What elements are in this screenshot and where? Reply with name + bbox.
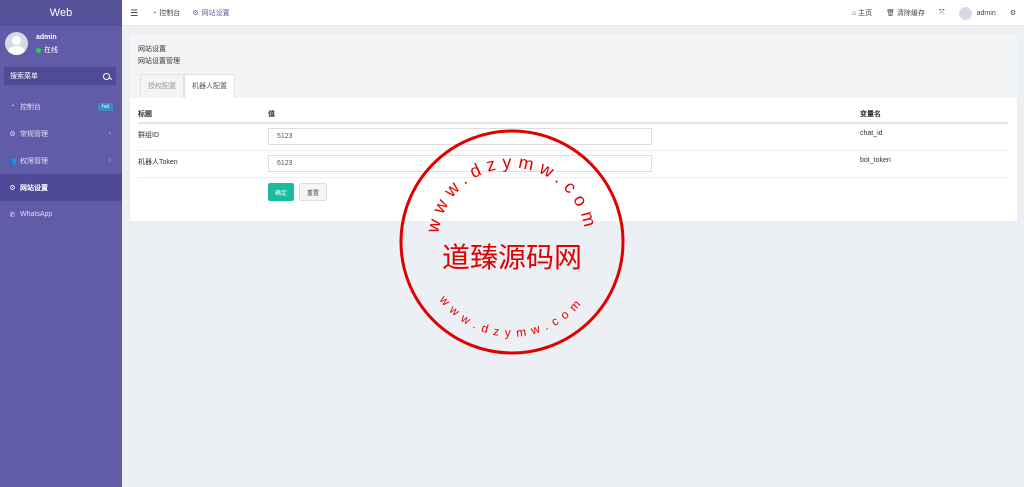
table-row: 机器人Token bot_token [138, 150, 1008, 178]
tab-site-settings[interactable]: ⚙ 网站设置 [192, 8, 229, 18]
dashboard-icon: ◔ [152, 9, 157, 17]
hot-badge: hot [98, 102, 113, 111]
table-row-actions: 确定 重置 [138, 177, 1008, 207]
clear-cache-button[interactable]: 🗑 清除缓存 [886, 8, 925, 18]
sidebar-item-dashboard[interactable]: ◔ 控制台 hot [0, 93, 122, 120]
home-label: 主页 [858, 10, 873, 17]
user-menu[interactable]: admin [958, 6, 996, 20]
users-icon: 👥 [8, 157, 17, 165]
stamp-bottom-text: www.dzymw.com [436, 292, 587, 340]
row-var: chat_id [860, 123, 1008, 151]
table-row: 群组ID chat_id [138, 123, 1008, 151]
user-status-label: 在线 [44, 47, 58, 54]
chat-id-input[interactable] [268, 128, 652, 146]
home-icon: ⌂ [851, 9, 857, 17]
gears-icon: ⚙ [9, 184, 16, 192]
sidebar-item-label: 控制台 [20, 103, 41, 111]
gears-icon: ⚙ [192, 10, 199, 17]
user-name: admin [36, 34, 57, 41]
user-status: 在线 [36, 45, 58, 55]
user-panel: admin 在线 [0, 26, 122, 64]
chevron-left-icon: ‹ [108, 157, 111, 164]
gears-icon: ⚙ [9, 130, 16, 138]
tab-auth-config[interactable]: 授权配置 [140, 74, 184, 98]
sidebar-menu: ◔ 控制台 hot ⚙ 常规管理 ‹ 👥 权限管理 ‹ ⚙ 网站设置 ✆ Wha… [0, 93, 122, 228]
sidebar-item-whatsapp[interactable]: ✆ WhatsApp [0, 201, 122, 228]
settings-table: 标题 值 变量名 群组ID chat_id 机器人Token bot_token [138, 106, 1008, 207]
page-title: 网站设置 [138, 46, 166, 53]
sidebar-search-placeholder: 搜索菜单 [10, 73, 38, 80]
menu-toggle-icon[interactable]: ☰ [130, 8, 138, 19]
gears-icon: ⚙ [1009, 10, 1016, 17]
top-header: ☰ ◔ 控制台 ⚙ 网站设置 ⌂ 主页 🗑 清除缓存 ⤧ admin ⚙ [122, 0, 1024, 26]
panel-heading: 网站设置 网站设置管理 授权配置 机器人配置 [130, 34, 1017, 98]
trash-icon: 🗑 [886, 10, 896, 17]
col-header-title: 标题 [138, 106, 268, 124]
dashboard-icon: ◔ [10, 103, 15, 110]
fullscreen-icon: ⤧ [939, 9, 945, 16]
sidebar-item-label: 网站设置 [20, 184, 48, 192]
tab-bot-config[interactable]: 机器人配置 [184, 74, 235, 98]
settings-button[interactable]: ⚙ [1010, 9, 1016, 17]
settings-panel: 网站设置 网站设置管理 授权配置 机器人配置 标题 值 变量名 群组ID cha… [130, 34, 1017, 221]
sidebar-item-label: 常规管理 [20, 130, 48, 138]
user-avatar [5, 32, 28, 55]
clear-cache-label: 清除缓存 [897, 10, 926, 17]
online-dot-icon [36, 47, 41, 53]
tab-label: 网站设置 [201, 10, 230, 17]
sidebar-item-label: WhatsApp [20, 211, 53, 218]
search-icon[interactable] [103, 72, 110, 80]
avatar [958, 6, 972, 20]
reset-button[interactable]: 重置 [299, 183, 328, 202]
row-title: 机器人Token [138, 150, 268, 178]
tab-label: 控制台 [159, 10, 181, 17]
sidebar-search[interactable]: 搜索菜单 [4, 67, 116, 85]
bot-token-input[interactable] [268, 155, 652, 172]
home-link[interactable]: ⌂ 主页 [852, 8, 872, 18]
sidebar-item-permissions[interactable]: 👥 权限管理 ‹ [0, 147, 122, 174]
user-menu-label: admin [976, 9, 996, 17]
sidebar: Web admin 在线 搜索菜单 ◔ 控制台 hot ⚙ 常规管理 ‹ 👥 权… [0, 0, 122, 487]
row-var: bot_token [860, 150, 1008, 178]
submit-button[interactable]: 确定 [268, 183, 295, 202]
fullscreen-button[interactable]: ⤧ [939, 9, 945, 17]
col-header-value: 值 [268, 106, 860, 124]
tab-dashboard[interactable]: ◔ 控制台 [152, 8, 180, 18]
row-title: 群组ID [138, 123, 268, 151]
chevron-left-icon: ‹ [108, 130, 111, 137]
sidebar-item-site-settings[interactable]: ⚙ 网站设置 [0, 174, 122, 201]
whatsapp-icon: ✆ [9, 211, 16, 219]
sidebar-item-general[interactable]: ⚙ 常规管理 ‹ [0, 120, 122, 147]
stamp-center-text: 道臻源码网 [442, 241, 582, 274]
settings-tabs: 授权配置 机器人配置 [140, 74, 235, 98]
col-header-var: 变量名 [860, 106, 1008, 124]
app-logo[interactable]: Web [0, 0, 122, 26]
sidebar-item-label: 权限管理 [20, 157, 48, 165]
page-subtitle: 网站设置管理 [138, 58, 180, 65]
